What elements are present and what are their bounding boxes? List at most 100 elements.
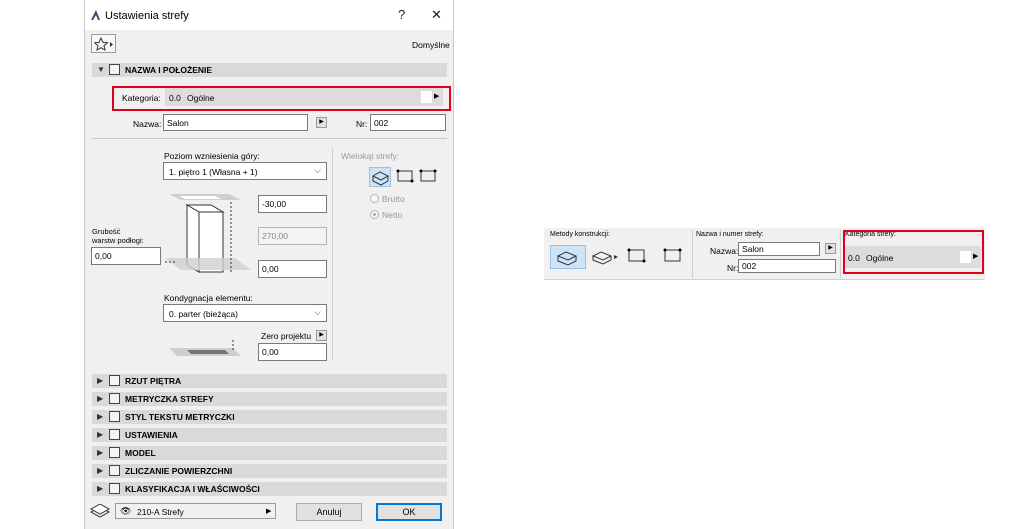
chevron-down-icon: ⌵ [314, 307, 321, 317]
title-bar: Ustawienia strefy ? ✕ [85, 0, 453, 30]
zone-box-arrow-icon [591, 251, 618, 265]
reference-level-button[interactable]: ▶ [316, 330, 327, 341]
number-label: Nr: [356, 119, 368, 129]
chevron-down-icon: ⌵ [314, 165, 321, 175]
section-label: MODEL [125, 448, 156, 458]
chevron-right-icon: ▶ [97, 448, 104, 457]
help-button[interactable]: ? [398, 7, 405, 22]
chevron-right-icon: ▶ [97, 466, 104, 475]
section-stamp-text-style[interactable]: ▶ STYL TEKSTU METRYCZKI [92, 410, 447, 424]
floor-thickness-input[interactable]: 0,00 [91, 247, 161, 265]
section-area-calculation[interactable]: ▶ ZLICZANIE POWIERZCHNI [92, 464, 447, 478]
info-nr-label: Nr: [727, 263, 739, 273]
chevron-down-icon: ▼ [97, 65, 105, 74]
settings-icon [109, 429, 120, 440]
zone-settings-dialog: Ustawienia strefy ? ✕ Domyślne ▼ NAZWA I… [84, 0, 454, 529]
model-cube-icon [109, 447, 120, 458]
height-input: 270,00 [258, 227, 327, 245]
divider [692, 230, 693, 278]
favorites-button[interactable] [91, 34, 116, 53]
stamp-icon [109, 393, 120, 404]
close-button[interactable]: ✕ [431, 7, 442, 23]
project-zero-diagram [169, 340, 241, 356]
chevron-right-icon: ▶ [97, 394, 104, 403]
info-box: Metody konstrukcji: Nazwa i numer strefy… [544, 228, 985, 280]
construction-methods-label: Metody konstrukcji: [550, 231, 610, 238]
dialog-title: Ustawienia strefy [105, 10, 189, 22]
classification-icon [109, 483, 120, 494]
auto-polygon-button[interactable] [418, 167, 440, 187]
layer-icon [89, 504, 111, 518]
project-zero-input[interactable]: 0,00 [258, 343, 327, 361]
floor-thickness-label-2: warstw podłogi: [92, 236, 144, 245]
section-label: STYL TEKSTU METRYCZKI [125, 412, 235, 422]
gross-label: Brutto [382, 194, 405, 204]
manual-polygon-button[interactable] [369, 167, 391, 187]
info-name-options-button[interactable]: ▶ [825, 243, 836, 254]
highlight-box [112, 86, 451, 111]
inner-polygon-button[interactable] [395, 167, 417, 187]
section-classification[interactable]: ▶ KLASYFIKACJA I WŁAŚCIWOŚCI [92, 482, 447, 496]
eye-icon: 👁 [120, 506, 132, 516]
favorites-current: Domyślne [412, 40, 450, 50]
info-name-label: Nazwa: [710, 246, 739, 256]
polygon-auto-icon [419, 169, 437, 182]
floor-plan-icon [109, 375, 120, 386]
number-input[interactable]: 002 [370, 114, 446, 131]
net-radio[interactable] [370, 210, 379, 219]
section-settings[interactable]: ▶ USTAWIENIA [92, 428, 447, 442]
chevron-right-icon: ▶ [97, 376, 104, 385]
auto-method-button[interactable] [590, 246, 620, 268]
top-level-value: 1. piętro 1 (Własna + 1) [169, 167, 258, 177]
bottom-offset-input[interactable]: 0,00 [258, 260, 327, 278]
zone-stamp-icon [109, 64, 120, 75]
net-label: Netto [382, 210, 403, 220]
zone-box-icon [371, 171, 390, 186]
top-offset-input[interactable]: -30,00 [258, 195, 327, 213]
project-zero-label: Zero projektu [261, 331, 312, 341]
polygon-auto-icon [663, 248, 682, 262]
section-label: ZLICZANIE POWIERZCHNI [125, 466, 233, 476]
zone-polygon-label: Wielokąt strefy: [341, 151, 400, 161]
polygon-corners-icon [396, 169, 414, 183]
zone-height-diagram [165, 194, 251, 273]
manual-method-button[interactable] [550, 245, 586, 269]
info-nr-input[interactable]: 002 [738, 259, 836, 273]
name-options-button[interactable]: ▶ [316, 117, 327, 128]
chevron-right-icon: ▶ [97, 412, 104, 421]
section-model[interactable]: ▶ MODEL [92, 446, 447, 460]
polygon-corners-icon [627, 248, 646, 263]
archicad-logo-icon [91, 10, 100, 20]
divider [840, 230, 841, 278]
top-level-label: Poziom wzniesienia góry: [164, 151, 260, 161]
gross-radio[interactable] [370, 194, 379, 203]
info-name-input[interactable]: Salon [738, 242, 820, 256]
home-story-label: Kondygnacja elementu: [164, 293, 253, 303]
home-story-value: 0. parter (bieżąca) [169, 309, 238, 319]
section-floor-plan[interactable]: ▶ RZUT PIĘTRA [92, 374, 447, 388]
section-label: KLASYFIKACJA I WŁAŚCIWOŚCI [125, 484, 260, 494]
divider [92, 138, 447, 139]
rect-method-button[interactable] [662, 246, 684, 268]
section-zone-stamp[interactable]: ▶ METRYCZKA STREFY [92, 392, 447, 406]
ok-button[interactable]: OK [376, 503, 442, 521]
layer-select[interactable]: 👁 210-A Strefy ▶ [115, 503, 276, 519]
cancel-button[interactable]: Anuluj [296, 503, 362, 521]
chevron-right-icon: ▶ [97, 484, 104, 493]
section-label: NAZWA I POŁOŻENIE [125, 65, 213, 75]
star-icon [94, 37, 113, 51]
inner-edge-method-button[interactable] [626, 246, 648, 268]
name-label: Nazwa: [133, 119, 162, 129]
floor-thickness-label-1: Grubość [92, 227, 121, 236]
top-level-select[interactable]: 1. piętro 1 (Własna + 1) ⌵ [163, 162, 327, 180]
name-input[interactable]: Salon [163, 114, 308, 131]
home-story-select[interactable]: 0. parter (bieżąca) ⌵ [163, 304, 327, 322]
divider [332, 148, 333, 360]
section-label: USTAWIENIA [125, 430, 178, 440]
section-name-location[interactable]: ▼ NAZWA I POŁOŻENIE [92, 63, 447, 77]
section-label: METRYCZKA STREFY [125, 394, 214, 404]
zone-box-icon [556, 251, 578, 266]
section-label: RZUT PIĘTRA [125, 376, 182, 386]
text-style-icon [109, 411, 120, 422]
area-calc-icon [109, 465, 120, 476]
